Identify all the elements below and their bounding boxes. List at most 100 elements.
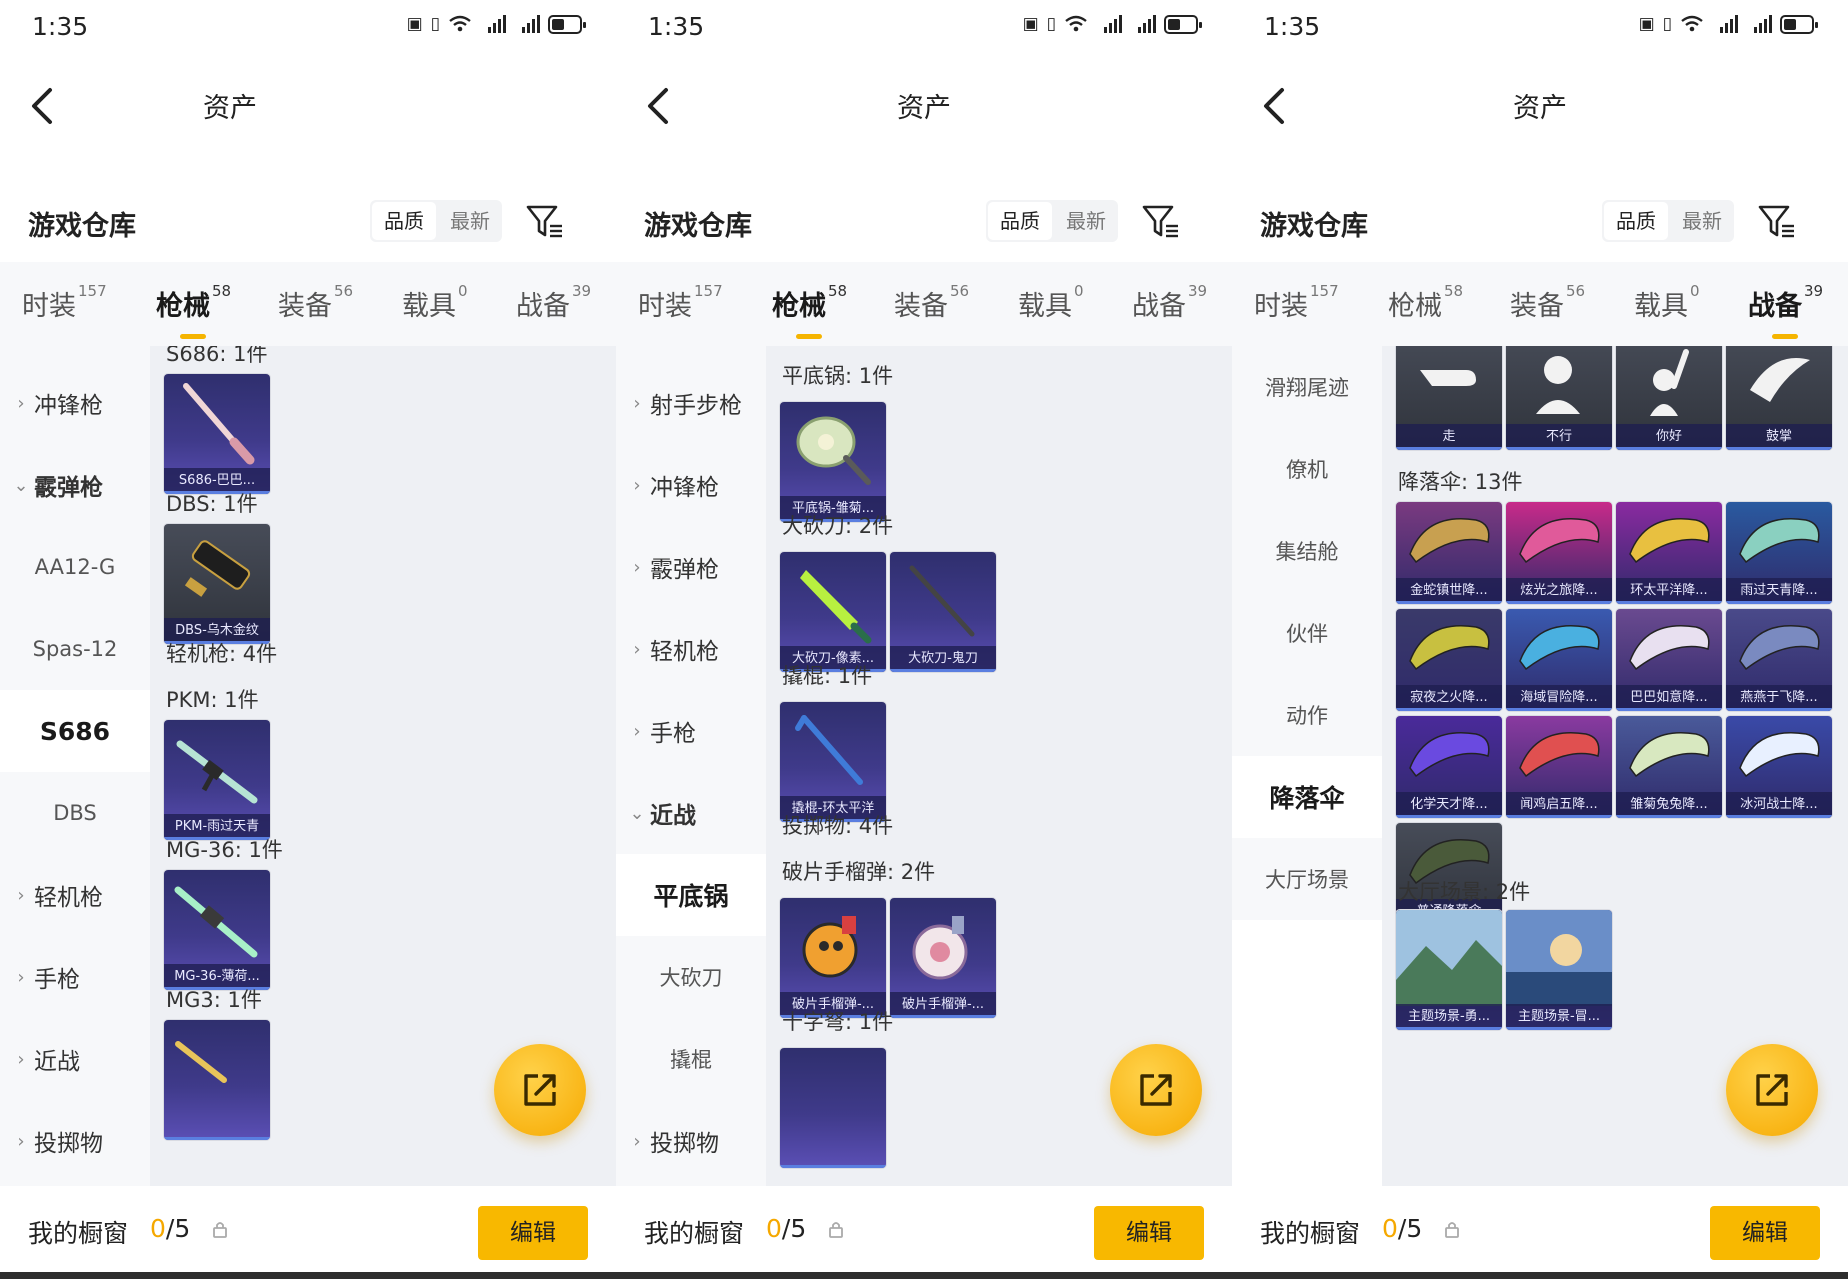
tab-costume[interactable]: 时装 157 [22, 282, 107, 323]
item-card[interactable] [164, 1020, 270, 1140]
sidebar-item-throwable[interactable]: › 投掷物 [0, 1100, 150, 1182]
showcase-count-total: /5 [165, 1214, 191, 1243]
sidebar-item-melee[interactable]: ⌄ 近战 [616, 772, 766, 854]
tab-costume[interactable]: 时装 157 [1254, 282, 1339, 323]
edit-button[interactable]: 编辑 [478, 1206, 588, 1260]
item-card[interactable]: 不行 [1506, 346, 1612, 450]
sidebar-item-smg[interactable]: › 冲锋枪 [616, 444, 766, 526]
status-bar: 1:35 ▣ ▯ [1232, 0, 1848, 56]
item-caption: 走 [1396, 424, 1502, 450]
item-card[interactable]: 鼓掌 [1726, 346, 1832, 450]
tab-equipment[interactable]: 装备 56 [1510, 282, 1585, 323]
landscape-icon [1396, 910, 1502, 1006]
sidebar-item-aa12[interactable]: AA12-G [0, 526, 150, 608]
tab-count: 39 [1804, 282, 1824, 300]
sidebar-item-throwable[interactable]: › 投掷物 [616, 1100, 766, 1182]
sidebar-item-wingman[interactable]: 僚机 [1232, 428, 1382, 510]
sort-latest-button[interactable]: 最新 [1054, 200, 1118, 242]
share-button[interactable] [1110, 1044, 1202, 1136]
item-card[interactable]: 破片手榴弹-... [890, 898, 996, 1018]
item-card[interactable]: 你好 [1616, 346, 1722, 450]
item-card[interactable]: 巴巴如意降... [1616, 609, 1722, 711]
sidebar-item-pan[interactable]: 平底锅 [616, 854, 766, 936]
tab-tactical[interactable]: 战备 39 [1748, 282, 1824, 339]
share-button[interactable] [1726, 1044, 1818, 1136]
sort-latest-button[interactable]: 最新 [1670, 200, 1734, 242]
signal-icon [1754, 15, 1772, 33]
status-icons: ▣ ▯ [1023, 14, 1202, 34]
signal-icon [1720, 15, 1738, 33]
sidebar-item-melee[interactable]: › 近战 [0, 1018, 150, 1100]
sidebar-item-pod[interactable]: 集结舱 [1232, 510, 1382, 592]
sidebar-item-smg[interactable]: › 冲锋枪 [0, 362, 150, 444]
tab-firearms[interactable]: 枪械 58 [156, 282, 231, 339]
tab-tactical[interactable]: 战备 39 [516, 282, 591, 323]
tab-vehicles[interactable]: 载具 0 [1634, 282, 1700, 323]
item-card[interactable]: DBS-乌木金纹 [164, 524, 270, 644]
item-card[interactable]: 走 [1396, 346, 1502, 450]
sidebar-item-machete[interactable]: 大砍刀 [616, 936, 766, 1018]
tab-firearms[interactable]: 枪械 58 [1388, 282, 1463, 323]
sidebar-item-shotgun[interactable]: › 霰弹枪 [616, 526, 766, 608]
warehouse-header: 游戏仓库 品质 最新 [616, 190, 1232, 250]
edit-button[interactable]: 编辑 [1710, 1206, 1820, 1260]
sidebar-item-shotgun[interactable]: ⌄ 霰弹枪 [0, 444, 150, 526]
item-card[interactable]: 海域冒险降... [1506, 609, 1612, 711]
sort-latest-button[interactable]: 最新 [438, 200, 502, 242]
filter-icon[interactable] [526, 204, 566, 240]
item-card[interactable]: 炫光之旅降... [1506, 502, 1612, 604]
item-card[interactable]: 金蛇镇世降... [1396, 502, 1502, 604]
sidebar-item-glide-trail[interactable]: 滑翔尾迹 [1232, 346, 1382, 428]
item-card[interactable]: MG-36-薄荷... [164, 870, 270, 990]
item-card[interactable]: S686-巴巴... [164, 374, 270, 494]
tab-tactical[interactable]: 战备 39 [1132, 282, 1207, 323]
tab-equipment[interactable]: 装备 56 [278, 282, 353, 323]
share-button[interactable] [494, 1044, 586, 1136]
sort-quality-button[interactable]: 品质 [372, 202, 436, 240]
sidebar-item-pistol[interactable]: › 手枪 [616, 690, 766, 772]
sort-quality-button[interactable]: 品质 [1604, 202, 1668, 240]
item-card[interactable]: 撬棍-环太平洋 [780, 702, 886, 822]
nav-bar: 资产 [616, 66, 1232, 146]
item-card[interactable]: 燕燕于飞降... [1726, 609, 1832, 711]
item-card[interactable]: 破片手榴弹-... [780, 898, 886, 1018]
edit-button[interactable]: 编辑 [1094, 1206, 1204, 1260]
sort-quality-button[interactable]: 品质 [988, 202, 1052, 240]
item-card[interactable]: 雨过天青降... [1726, 502, 1832, 604]
item-card[interactable]: 化学天才降... [1396, 716, 1502, 818]
sidebar-item-lmg[interactable]: › 轻机枪 [616, 608, 766, 690]
sidebar-item-lmg[interactable]: › 轻机枪 [0, 854, 150, 936]
showcase-count: 0/5 [1382, 1214, 1422, 1243]
sidebar-item-parachute[interactable]: 降落伞 [1232, 756, 1382, 838]
tab-firearms[interactable]: 枪械 58 [772, 282, 847, 339]
sidebar-item-pistol[interactable]: › 手枪 [0, 936, 150, 1018]
filter-icon[interactable] [1142, 204, 1182, 240]
item-card[interactable]: 雏菊兔兔降... [1616, 716, 1722, 818]
item-card[interactable]: 平底锅-雏菊... [780, 402, 886, 522]
sidebar-item-dbs[interactable]: DBS [0, 772, 150, 854]
sidebar-item-lobby[interactable]: 大厅场景 [1232, 838, 1382, 920]
item-card[interactable]: 大砍刀-像素... [780, 552, 886, 672]
sidebar-item-dmr[interactable]: › 射手步枪 [616, 362, 766, 444]
item-caption: 不行 [1506, 424, 1612, 450]
item-card[interactable]: 主题场景-勇... [1396, 910, 1502, 1030]
tab-vehicles[interactable]: 载具 0 [1018, 282, 1084, 323]
tab-count: 0 [1690, 282, 1700, 300]
sidebar-item-s686[interactable]: S686 [0, 690, 150, 772]
tab-costume[interactable]: 时装 157 [638, 282, 723, 323]
tab-equipment[interactable]: 装备 56 [894, 282, 969, 323]
item-card[interactable]: 主题场景-冒... [1506, 910, 1612, 1030]
sidebar-item-emote[interactable]: 动作 [1232, 674, 1382, 756]
sidebar-item-crowbar[interactable]: 撬棍 [616, 1018, 766, 1100]
item-card[interactable] [780, 1048, 886, 1168]
item-card[interactable]: 寂夜之火降... [1396, 609, 1502, 711]
filter-icon[interactable] [1758, 204, 1798, 240]
sidebar-item-spas12[interactable]: Spas-12 [0, 608, 150, 690]
item-card[interactable]: 冰河战士降... [1726, 716, 1832, 818]
item-card[interactable]: PKM-雨过天青 [164, 720, 270, 840]
tab-vehicles[interactable]: 载具 0 [402, 282, 468, 323]
item-card[interactable]: 大砍刀-鬼刀 [890, 552, 996, 672]
item-card[interactable]: 环太平洋降... [1616, 502, 1722, 604]
item-card[interactable]: 闻鸡启五降... [1506, 716, 1612, 818]
sidebar-item-companion[interactable]: 伙伴 [1232, 592, 1382, 674]
